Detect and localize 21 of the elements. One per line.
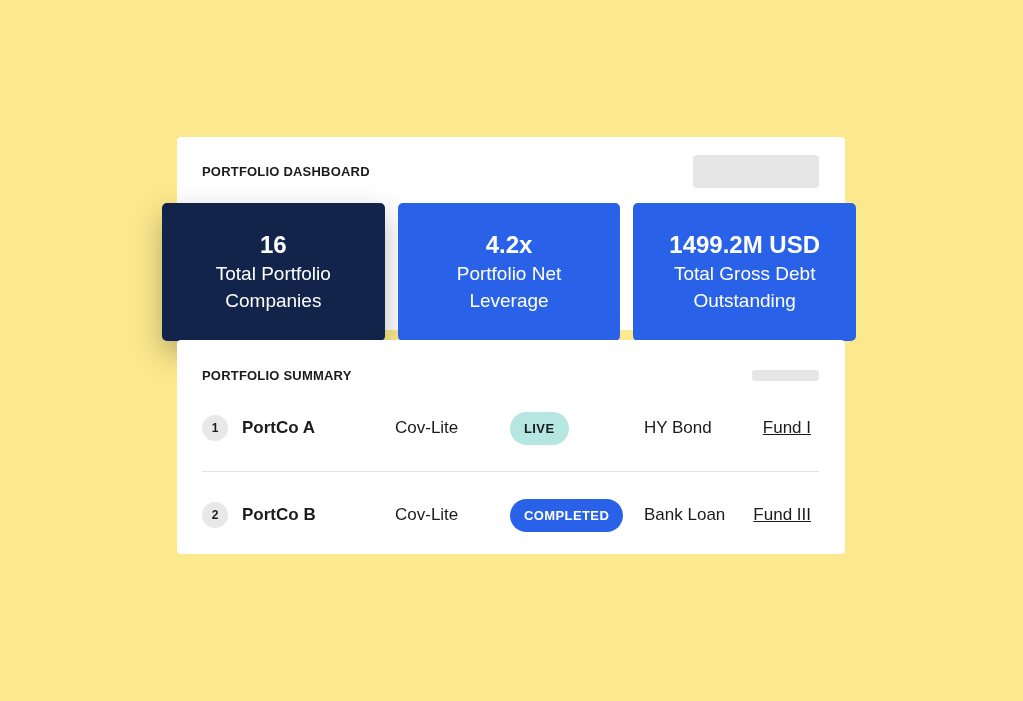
card-title: PORTFOLIO DASHBOARD <box>202 164 370 179</box>
stat-value: 1499.2M USD <box>669 230 821 260</box>
status-pill: LIVE <box>510 411 569 445</box>
stat-label: Total Gross Debt Outstanding <box>672 262 817 313</box>
row-number: 2 <box>202 502 228 528</box>
company-name: PortCo B <box>242 505 317 525</box>
stat-label: Total Portfolio Companies <box>214 262 332 313</box>
stat-label: Portfolio Net Leverage <box>455 262 563 313</box>
instrument-text: Bank Loan <box>644 505 727 525</box>
card-title: PORTFOLIO SUMMARY <box>202 367 352 383</box>
fund-link[interactable]: Fund I <box>762 418 811 438</box>
placeholder-bar <box>752 369 819 381</box>
stat-value: 4.2x <box>485 230 533 260</box>
instrument-text: HY Bond <box>644 418 713 438</box>
row-number: 1 <box>202 415 228 441</box>
structure-text: Cov-Lite <box>395 505 460 525</box>
fund-link[interactable]: Fund III <box>753 505 811 525</box>
company-name: PortCo A <box>242 418 317 438</box>
stat-value: 16 <box>260 230 287 260</box>
status-pill: COMPLETED <box>510 498 624 532</box>
structure-text: Cov-Lite <box>395 418 460 438</box>
